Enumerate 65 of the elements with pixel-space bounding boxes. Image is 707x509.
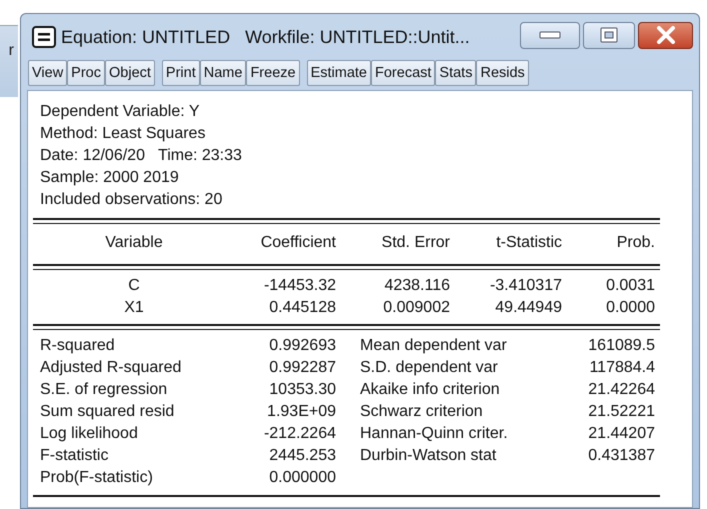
statistic-value: 2445.253 xyxy=(268,446,336,466)
statistic-label: Durbin-Watson stat xyxy=(360,446,498,466)
menu-icon[interactable] xyxy=(32,26,56,48)
statistic-label: Akaike info criterion xyxy=(360,380,501,400)
statistic-label: Schwarz criterion xyxy=(360,402,484,422)
statistic-value: -212.2264 xyxy=(262,424,336,444)
close-button[interactable] xyxy=(638,22,693,48)
header-line: Date: 12/06/20 Time: 23:33 xyxy=(40,146,243,166)
toolbar-button[interactable]: Object xyxy=(105,60,155,86)
table-cell-text: -3.410317 xyxy=(488,276,562,296)
column-header: Std. Error xyxy=(380,233,450,253)
maximize-icon xyxy=(600,27,618,43)
statistic-label: S.E. of regression xyxy=(40,380,168,400)
toolbar-button[interactable]: Name xyxy=(200,60,246,86)
statistic-label: R-squared xyxy=(40,336,116,356)
statistic-value: 0.992287 xyxy=(268,358,336,378)
column-header: Variable xyxy=(104,233,164,253)
table-cell-text: -14453.32 xyxy=(262,276,336,296)
toolbar-button[interactable]: View xyxy=(28,60,68,86)
statistic-value: 161089.5 xyxy=(587,336,655,356)
maximize-button[interactable] xyxy=(583,22,635,48)
statistic-label: Prob(F-statistic) xyxy=(40,468,154,488)
statistic-value: 0.431387 xyxy=(587,446,655,466)
header-line: Dependent Variable: Y xyxy=(40,102,201,122)
statistic-value: 21.52221 xyxy=(587,402,655,422)
statistic-value: 1.93E+09 xyxy=(266,402,336,422)
minimize-button[interactable] xyxy=(520,22,580,48)
table-cell-text: 0.009002 xyxy=(382,298,450,318)
table-cell-text: 0.0031 xyxy=(605,276,655,296)
table-cell-text: C xyxy=(127,276,141,296)
table-cell-text: X1 xyxy=(123,298,145,318)
statistic-value: 21.44207 xyxy=(587,424,655,444)
toolbar-button[interactable]: Resids xyxy=(476,60,529,86)
statistic-value: 0.992693 xyxy=(268,336,336,356)
window-title-fragment: r xyxy=(8,42,14,60)
table-cell-text: 4238.116 xyxy=(383,276,450,296)
minimize-icon xyxy=(539,30,561,40)
statistic-label: Sum squared resid xyxy=(40,402,176,422)
column-header: Prob. xyxy=(616,233,655,253)
statistic-value: 117884.4 xyxy=(588,358,655,378)
table-cell-text: 0.0000 xyxy=(605,298,655,318)
statistic-label: Log likelihood xyxy=(40,424,139,444)
header-line: Sample: 2000 2019 xyxy=(40,168,180,188)
statistic-label: Adjusted R-squared xyxy=(40,358,182,378)
column-header: t-Statistic xyxy=(495,233,562,253)
toolbar-button[interactable]: Print xyxy=(162,60,200,86)
statistic-value: 21.42264 xyxy=(587,380,655,400)
window-title: Equation: UNTITLED Workfile: UNTITLED::Untit... xyxy=(61,26,471,48)
statistic-label: S.D. dependent var xyxy=(360,358,499,378)
close-icon xyxy=(656,26,676,44)
statistic-value: 10353.30 xyxy=(268,380,336,400)
table-cell-text: 0.445128 xyxy=(268,298,336,318)
statistic-label: Mean dependent var xyxy=(360,336,508,356)
toolbar-button[interactable]: Stats xyxy=(435,60,476,86)
statistic-label: Hannan-Quinn criter. xyxy=(360,424,509,444)
header-line: Included observations: 20 xyxy=(40,190,224,210)
toolbar-button[interactable]: Proc xyxy=(67,60,105,86)
table-cell-text: 49.44949 xyxy=(494,298,562,318)
column-header: Coefficient xyxy=(260,233,336,253)
statistic-label: F-statistic xyxy=(40,446,110,466)
toolbar-button[interactable]: Freeze xyxy=(246,60,300,86)
header-line: Method: Least Squares xyxy=(40,124,206,144)
toolbar-button[interactable]: Forecast xyxy=(371,60,436,86)
statistic-value: 0.000000 xyxy=(268,468,336,488)
toolbar-button[interactable]: Estimate xyxy=(306,60,371,86)
